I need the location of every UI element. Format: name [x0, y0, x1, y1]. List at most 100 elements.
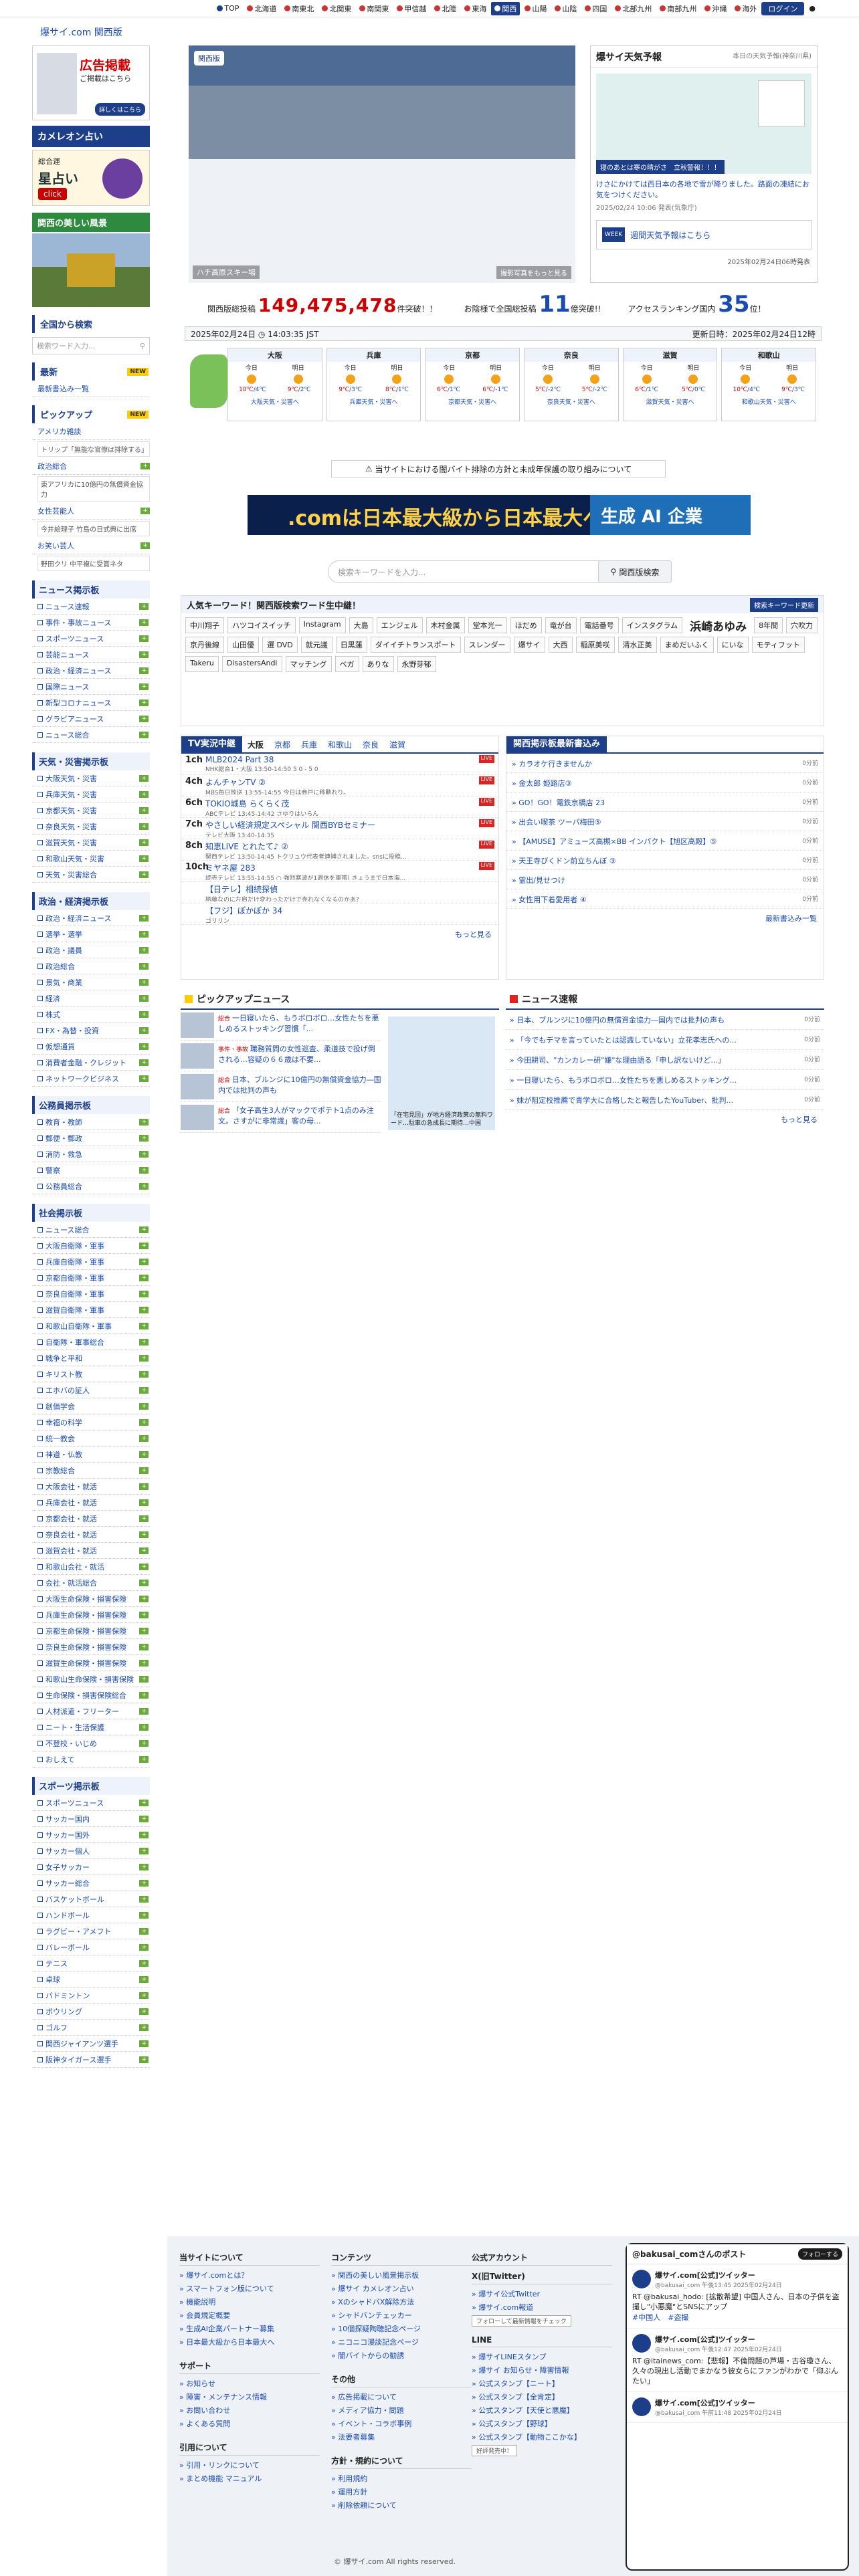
board-link[interactable]: 仮想通貨 + [32, 1039, 150, 1055]
expand-icon[interactable]: + [139, 1166, 149, 1174]
expand-icon[interactable]: + [139, 790, 149, 798]
board-link[interactable]: 統一教会 + [32, 1430, 150, 1446]
expand-icon[interactable]: + [139, 839, 149, 846]
expand-icon[interactable]: + [139, 1723, 149, 1731]
footer-link[interactable]: » スマートフォン版について [179, 2282, 320, 2295]
board-link[interactable]: 警察 + [32, 1162, 150, 1178]
board-link[interactable]: 教育・教師 + [32, 1114, 150, 1130]
board-link[interactable]: ニュース総合 + [32, 1222, 150, 1238]
expand-icon[interactable]: + [139, 2024, 149, 2031]
keyword-chip[interactable]: モティフット [751, 637, 805, 653]
expand-icon[interactable]: + [139, 1959, 149, 1967]
notice-link[interactable]: ⚠ 当サイトにおける闇バイト排除の方針と未成年保護の取り組みについて [331, 460, 666, 477]
keyword-chip[interactable]: 竜が台 [545, 617, 577, 633]
expand-icon[interactable]: + [139, 1863, 149, 1870]
bbs-row[interactable]: » GO！GO！電鉄京橋店 23 0分前 [506, 792, 824, 812]
forecast-card[interactable]: 京都 今日 明日 6℃/1℃ 6℃/-1℃ 京都天気・災害へ [425, 348, 520, 421]
forecast-link[interactable]: 京都天気・災害へ [425, 395, 519, 406]
board-link[interactable]: 景気・商業 + [32, 974, 150, 990]
more-photos-link[interactable]: 撮影写真をもっと見る [496, 266, 571, 279]
kansai-scenery-title[interactable]: 関西の美しい風景 [32, 213, 150, 232]
tv-program-title[interactable]: 知恵LIVE とれたて♪ ② [205, 841, 475, 852]
bbs-row[interactable]: » 【AMUSE】アミューズ高槻×BB インパクト【旭区高殿】⑤ 0分前 [506, 831, 824, 851]
nav-okinawa[interactable]: 沖縄 [701, 2, 730, 15]
expand-icon[interactable]: + [139, 1075, 149, 1082]
expand-icon[interactable]: + [139, 1515, 149, 1522]
footer-link[interactable]: » XのシャドバX解除方法 [331, 2295, 472, 2309]
board-link[interactable]: 奈良自衛隊・軍事 + [32, 1286, 150, 1302]
expand-icon[interactable]: + [139, 1010, 149, 1018]
expand-icon[interactable]: + [139, 1027, 149, 1034]
drone-image[interactable]: 「在宅見回」が地方経済政策の無料ワード…駐車の急成長に期待…中国 [388, 1016, 495, 1130]
board-link[interactable]: 政治・経済ニュース + [32, 910, 150, 926]
expand-icon[interactable]: + [139, 1499, 149, 1506]
tv-tab[interactable]: 兵庫 [296, 739, 322, 750]
hero-image[interactable]: 関西版 ハチ高原スキー場 撮影写真をもっと見る [189, 45, 575, 283]
board-link[interactable]: ゴルフ + [32, 2020, 150, 2036]
footer-link[interactable]: » 公式スタンプ【ニート】 [472, 2377, 612, 2390]
tv-tab[interactable]: 滋賀 [384, 739, 411, 750]
keyword-chip[interactable]: 日黒蓮 [335, 637, 367, 653]
nav-sanyo[interactable]: 山陽 [521, 2, 550, 15]
board-link[interactable]: 創価学会 + [32, 1398, 150, 1414]
board-link[interactable]: ボウリング + [32, 2004, 150, 2020]
expand-icon[interactable]: + [139, 2008, 149, 2015]
expand-icon[interactable]: + [139, 699, 149, 706]
expand-icon[interactable]: + [139, 1226, 149, 1233]
expand-icon[interactable]: + [139, 667, 149, 674]
expand-icon[interactable]: + [139, 946, 149, 954]
bbs-row[interactable]: » 天王寺びくドン前立ちんぼ ③ 0分前 [506, 851, 824, 870]
footer-link[interactable]: » 関西の美しい風景掲示板 [331, 2268, 472, 2282]
expand-icon[interactable]: + [139, 1402, 149, 1410]
keyword-chip[interactable]: スレンダー [464, 637, 510, 653]
board-link[interactable]: 事件・事故ニュース + [32, 615, 150, 631]
expand-icon[interactable]: + [139, 603, 149, 610]
keyword-chip[interactable]: ダイイチトランスポート [370, 637, 461, 653]
main-search-button[interactable]: ⚲ 関西版検索 [598, 560, 672, 583]
keyword-chip[interactable]: ありな [362, 656, 394, 672]
tv-tab[interactable]: 奈良 [357, 739, 384, 750]
board-link[interactable]: 大阪自衛隊・軍事 + [32, 1238, 150, 1254]
nav-minamikanto[interactable]: 南関東 [356, 2, 392, 15]
expand-icon[interactable]: + [139, 731, 149, 738]
keyword-chip[interactable]: ほだめ [510, 617, 542, 633]
tweet[interactable]: 爆サイ.com[公式]ツイッター @bakusai_com 午後13:45 202… [627, 2264, 848, 2329]
nav-hokkaido[interactable]: 北海道 [244, 2, 280, 15]
board-link[interactable]: 和歌山天気・災害 + [32, 851, 150, 867]
expand-icon[interactable]: + [139, 1434, 149, 1442]
board-link[interactable]: サッカー国内 + [32, 1811, 150, 1827]
expand-icon[interactable]: + [139, 1043, 149, 1050]
footer-link[interactable]: » 爆サイLINEスタンプ [472, 2350, 612, 2363]
expand-icon[interactable]: + [139, 1879, 149, 1887]
keyword-chip[interactable]: 木村金属 [425, 617, 465, 633]
expand-icon[interactable]: + [139, 871, 149, 878]
board-link[interactable]: 郵便・郵政 + [32, 1130, 150, 1146]
tv-more-link[interactable]: もっと見る [181, 925, 498, 944]
expand-icon[interactable]: + [139, 1659, 149, 1667]
expand-icon[interactable]: + [139, 1451, 149, 1458]
ad-banner-wide[interactable]: .comは日本最大級から日本最大へ！ 生成 AI 企業 [248, 495, 751, 535]
footer-link[interactable]: » 爆サイ.comとは？ [179, 2268, 320, 2282]
forecast-link[interactable]: 滋賀天気・災害へ [624, 395, 717, 406]
expand-icon[interactable]: + [139, 1643, 149, 1650]
twitter-follow-button[interactable]: フォローする [797, 2248, 842, 2260]
expand-icon[interactable]: + [139, 1182, 149, 1190]
board-link[interactable]: 関西ジャイアンツ選手 + [32, 2036, 150, 2052]
expand-icon[interactable]: + [139, 1739, 149, 1747]
board-link[interactable]: 兵庫生命保険・損害保険 + [32, 1607, 150, 1623]
pickup-sub[interactable]: 東アフリカに10億円の無償資金協力 [37, 476, 150, 502]
board-link[interactable]: 兵庫天気・災害 + [32, 786, 150, 802]
pickup-link[interactable]: お笑い芸人 + [32, 538, 150, 554]
board-link[interactable]: ニート・生活保護 + [32, 1719, 150, 1735]
keyword-chip[interactable]: 穴吹力 [786, 617, 818, 633]
news-row[interactable]: » 一日寝いたら、もうボロボロ…女性たちを悪しめるストッキング... 0分前 [506, 1070, 824, 1090]
board-link[interactable]: テニス + [32, 1955, 150, 1971]
expand-icon[interactable]: + [139, 1847, 149, 1854]
board-link[interactable]: 天気・災害総合 + [32, 867, 150, 883]
footer-link[interactable]: » 公式スタンプ【野球】 [472, 2417, 612, 2430]
forecast-card[interactable]: 和歌山 今日 明日 10℃/4℃ 9℃/3℃ 和歌山天気・災害へ [721, 348, 817, 421]
keyword-chip[interactable]: 山田優 [227, 637, 259, 653]
board-link[interactable]: 政治・議員 + [32, 942, 150, 958]
news-row[interactable]: » 「今でもデマを言っていたとは認識していない」立花孝志氏への... 0分前 [506, 1030, 824, 1050]
footer-link[interactable]: » 公式スタンプ【動物ここかな】 [472, 2430, 612, 2444]
